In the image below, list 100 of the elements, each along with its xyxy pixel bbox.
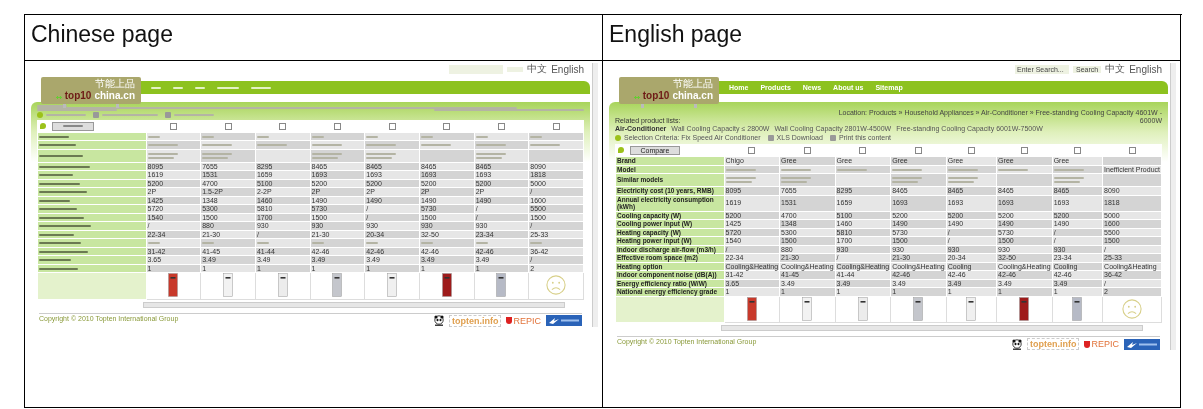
blurred-text <box>475 144 506 147</box>
blurred-text <box>202 144 233 147</box>
compare-checkbox[interactable] <box>169 123 177 131</box>
pin-icon <box>39 123 46 129</box>
blurred-text <box>420 242 433 245</box>
blurred-text <box>39 182 80 185</box>
blurred-text <box>39 191 87 194</box>
partner-logo[interactable]: REPIC <box>506 315 541 326</box>
blurred-text <box>256 135 269 138</box>
logo-post <box>641 104 644 108</box>
compare-checkbox[interactable] <box>497 123 505 131</box>
blurred-text <box>39 225 91 228</box>
printer-icon <box>165 112 171 118</box>
horizontal-scrollbar[interactable] <box>143 301 565 308</box>
blurred-text <box>725 168 756 171</box>
blurred-text <box>311 135 324 138</box>
compare-button[interactable] <box>51 121 94 131</box>
spreadsheet-icon <box>93 112 99 118</box>
blurred-text <box>39 154 83 157</box>
compare-checkbox[interactable] <box>1073 147 1081 155</box>
blurred-text <box>366 135 379 138</box>
blurred-text <box>147 144 178 147</box>
pin-icon <box>617 147 624 154</box>
blurred-text <box>39 135 69 138</box>
blurred-text <box>998 168 1029 171</box>
blurred-text <box>366 242 379 245</box>
site-logo[interactable]: 节能上品 top10 china.cn <box>619 77 719 104</box>
compare-checkbox[interactable] <box>803 147 811 155</box>
blurred-text <box>475 242 488 245</box>
blurred-text <box>39 216 84 219</box>
logo-post <box>694 104 697 108</box>
logo-post <box>63 104 66 108</box>
blurred-text <box>530 135 543 138</box>
vertical-scrollbar[interactable] <box>1170 63 1176 350</box>
language-link[interactable]: 中文 <box>527 62 548 76</box>
column-heading: Chinese page <box>31 21 173 47</box>
compare-checkbox[interactable] <box>279 123 287 131</box>
blurred-text <box>39 250 88 253</box>
blurred-text <box>1053 168 1084 171</box>
compare-checkbox[interactable] <box>552 123 560 131</box>
blurred-text <box>39 267 78 270</box>
bird-logo-icon[interactable] <box>546 315 582 326</box>
blurred-text <box>39 259 71 262</box>
blurred-text <box>147 135 160 138</box>
blurred-text <box>892 168 923 171</box>
blurred-text <box>39 165 90 168</box>
blurred-text <box>147 242 160 245</box>
site-logo[interactable]: 节能上品 top10 china.cn <box>41 77 141 104</box>
blurred-text <box>781 168 812 171</box>
horizontal-scrollbar[interactable] <box>721 325 1143 331</box>
language-link[interactable]: English <box>551 63 584 75</box>
blurred-text <box>39 233 74 236</box>
blurred-text <box>311 144 342 147</box>
search-field[interactable] <box>449 64 504 74</box>
compare-checkbox[interactable] <box>1128 147 1136 155</box>
compare-checkbox[interactable] <box>388 123 396 131</box>
blurred-text <box>39 208 77 211</box>
blurred-text <box>530 242 543 245</box>
partner-logo[interactable]: REPIC <box>1084 339 1119 349</box>
blurred-text <box>251 86 271 89</box>
blurred-text <box>475 135 488 138</box>
compare-checkbox[interactable] <box>1020 147 1028 155</box>
blurred-text <box>530 144 561 147</box>
compare-checkbox[interactable] <box>967 147 975 155</box>
vertical-scrollbar[interactable] <box>592 63 598 327</box>
blurred-text <box>256 144 287 147</box>
spreadsheet-icon <box>767 135 774 141</box>
blurred-text <box>39 199 70 202</box>
sad-face-icon <box>1122 298 1143 319</box>
blurred-text <box>39 144 76 147</box>
blurred-text <box>195 86 205 89</box>
blurred-text <box>39 174 73 177</box>
blurred-text <box>151 86 161 89</box>
blurred-text <box>420 144 451 147</box>
blurred-text <box>366 144 397 147</box>
blurred-text <box>256 242 269 245</box>
blurred-text <box>173 86 183 89</box>
check-circle-icon <box>37 112 43 118</box>
compare-checkbox[interactable] <box>748 147 756 155</box>
compare-checkbox[interactable] <box>443 123 451 131</box>
blurred-text <box>39 242 81 245</box>
blurred-text <box>202 242 215 245</box>
blurred-text <box>311 242 324 245</box>
sad-face-icon <box>546 275 567 295</box>
bird-logo-icon[interactable] <box>1124 338 1160 350</box>
compare-checkbox[interactable] <box>224 123 232 131</box>
blurred-text <box>202 135 215 138</box>
column-heading: English page <box>609 21 742 47</box>
check-circle-icon <box>615 135 621 141</box>
blurred-text <box>836 168 867 171</box>
blurred-text <box>217 86 239 89</box>
compare-checkbox[interactable] <box>914 147 922 155</box>
language-link[interactable]: 中文 <box>1105 62 1126 76</box>
logo-post <box>116 104 119 108</box>
blurred-text <box>420 135 433 138</box>
language-link[interactable]: English <box>1129 63 1162 75</box>
printer-icon <box>829 135 836 141</box>
compare-checkbox[interactable] <box>859 147 867 155</box>
compare-checkbox[interactable] <box>333 123 341 131</box>
blurred-text <box>947 168 978 171</box>
